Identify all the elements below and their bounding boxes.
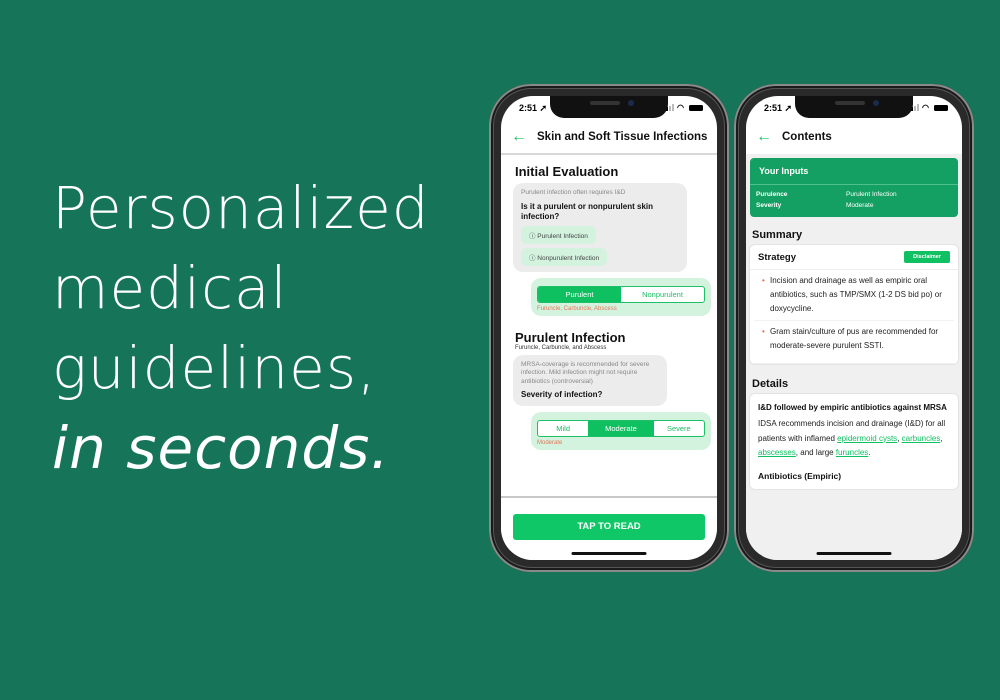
battery-icon: [934, 104, 948, 111]
purulence-segmented-control: Purulent Nonpurulent: [537, 285, 705, 303]
link-furuncles[interactable]: furuncles: [836, 448, 868, 457]
phone-screen: 2:51 ➚ ◠ ← Skin and Soft Tissue Infectio…: [501, 96, 717, 560]
input-row: Severity Moderate: [750, 200, 958, 211]
summary-heading: Summary: [752, 229, 803, 241]
nav-bar: ← Skin and Soft Tissue Infections: [501, 122, 717, 152]
battery-icon: [689, 104, 703, 111]
home-indicator[interactable]: [816, 552, 892, 555]
question-bubble: Purulent infection often requires I&D Is…: [513, 183, 687, 272]
tap-to-read-button[interactable]: TAP TO READ: [513, 514, 705, 540]
nav-bar: ← Contents: [746, 122, 962, 152]
option-purulent[interactable]: Purulent: [538, 286, 621, 302]
option-moderate[interactable]: Moderate: [588, 421, 654, 436]
link-epidermoid-cysts[interactable]: epidermoid cysts: [837, 434, 897, 443]
page-title: Skin and Soft Tissue Infections: [537, 131, 708, 143]
details-paragraph: IDSA recommends incision and drainage (I…: [758, 419, 946, 457]
notch: [550, 96, 668, 118]
bullet-icon: •: [762, 276, 765, 285]
location-arrow-icon: ➚: [539, 103, 548, 113]
home-indicator[interactable]: [571, 552, 647, 555]
hint-text: MRSA-coverage is recommended for severe …: [521, 360, 650, 385]
selection-note: Moderate: [537, 440, 563, 446]
info-chip-purulent[interactable]: ⓘ Purulent Infection: [521, 225, 596, 244]
wifi-icon: ◠: [677, 103, 684, 112]
option-mild[interactable]: Mild: [538, 421, 588, 436]
arrow-left-icon[interactable]: ←: [511, 128, 531, 146]
arrow-left-icon[interactable]: ←: [756, 128, 776, 146]
notch: [795, 96, 913, 118]
phone-screen: 2:51 ➚ ◠ ← Contents Your Inputs Purulenc…: [746, 96, 962, 560]
section-title: Purulent Infection: [515, 329, 626, 345]
strategy-bullet: • Gram stain/culture of pus are recommen…: [754, 321, 954, 364]
details-heading: Details: [752, 378, 789, 390]
question-text: Is it a purulent or nonpurulent skin inf…: [521, 201, 654, 221]
status-time: 2:51 ➚: [764, 103, 793, 113]
bullet-icon: •: [762, 327, 765, 336]
phone-contents: 2:51 ➚ ◠ ← Contents Your Inputs Purulenc…: [734, 84, 974, 572]
input-key: Severity: [756, 202, 782, 209]
strategy-title: Strategy: [758, 251, 797, 263]
headline-line-3: guidelines,: [52, 334, 377, 402]
answer-bubble: Purulent Nonpurulent Furuncle, Carbuncle…: [531, 277, 711, 316]
input-row: Purulence Purulent Infection: [750, 189, 958, 200]
headline-line-4: in seconds.: [52, 414, 390, 482]
strategy-card: Strategy Disclaimer • Incision and drain…: [750, 245, 958, 364]
question-bubble: MRSA-coverage is recommended for severe …: [513, 354, 667, 406]
link-abscesses[interactable]: abscesses: [758, 448, 796, 457]
input-key: Purulence: [756, 191, 788, 198]
disclaimer-button[interactable]: Disclaimer: [904, 251, 950, 263]
hint-text: Purulent infection often requires I&D: [521, 189, 626, 196]
selection-note: Furuncle, Carbuncle, Abscess: [537, 305, 617, 312]
divider: [501, 153, 717, 155]
option-nonpurulent[interactable]: Nonpurulent: [621, 287, 704, 302]
your-inputs-title: Your Inputs: [750, 158, 958, 185]
headline-line-1: Personalized: [52, 174, 430, 242]
contents-scroll[interactable]: Your Inputs Purulence Purulent Infection…: [746, 154, 962, 560]
your-inputs-card: Your Inputs Purulence Purulent Infection…: [750, 158, 958, 217]
status-time: 2:51 ➚: [519, 103, 548, 113]
section-title: Initial Evaluation: [515, 164, 619, 179]
input-value: Purulent Infection: [846, 191, 897, 198]
info-chip-nonpurulent[interactable]: ⓘ Nonpurulent Infection: [521, 247, 608, 266]
question-text: Severity of infection?: [521, 390, 603, 399]
antibiotics-subheading: Antibiotics (Empiric): [758, 470, 842, 481]
phone-calculator: 2:51 ➚ ◠ ← Skin and Soft Tissue Infectio…: [489, 84, 729, 572]
option-severe[interactable]: Severe: [654, 421, 704, 436]
answer-bubble: Mild Moderate Severe Moderate: [531, 412, 711, 450]
headline: Personalized medical guidelines, in seco…: [52, 168, 430, 488]
details-card: I&D followed by empiric antibiotics agai…: [750, 394, 958, 489]
headline-line-2: medical: [52, 254, 288, 322]
bottom-bar: TAP TO READ: [501, 496, 717, 560]
wifi-icon: ◠: [922, 103, 929, 112]
page-title: Contents: [782, 131, 832, 143]
input-value: Moderate: [846, 202, 874, 209]
details-title: I&D followed by empiric antibiotics agai…: [758, 403, 947, 412]
strategy-bullet: • Incision and drainage as well as empir…: [754, 270, 954, 321]
severity-segmented-control: Mild Moderate Severe: [537, 420, 705, 437]
location-arrow-icon: ➚: [784, 103, 793, 113]
link-carbuncles[interactable]: carbuncles: [902, 434, 941, 443]
